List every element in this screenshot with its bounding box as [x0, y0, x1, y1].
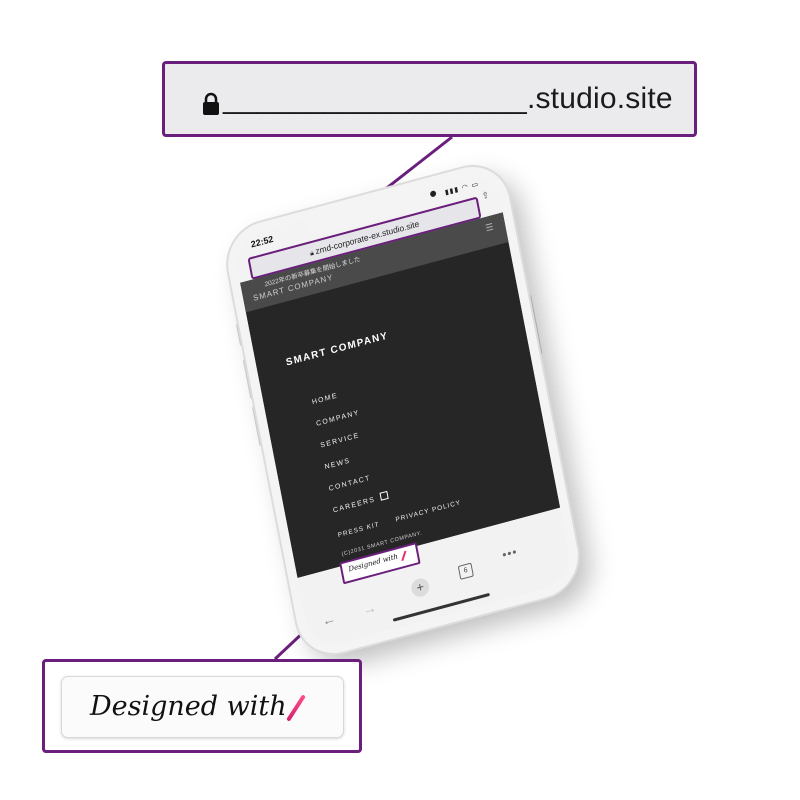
site-brand[interactable]: SMART COMPANY — [285, 330, 389, 368]
external-link-icon — [379, 490, 389, 501]
address-lock-icon: 🔒︎ — [309, 249, 315, 258]
lock-icon — [203, 92, 219, 115]
back-arrow-icon[interactable]: ← — [321, 610, 338, 629]
badge-callout: Designed with — [42, 659, 362, 753]
url-placeholder: __________________ — [223, 82, 527, 115]
badge-text: Designed with — [90, 691, 287, 722]
designed-with-badge[interactable]: Designed with — [61, 676, 344, 738]
privacy-policy-link[interactable]: PRIVACY POLICY — [395, 499, 462, 523]
forward-arrow-icon[interactable]: → — [361, 599, 378, 618]
url-text: __________________.studio.site — [223, 82, 673, 116]
url-suffix: .studio.site — [526, 82, 673, 115]
new-tab-icon[interactable]: + — [409, 576, 431, 599]
studio-slash-icon — [401, 550, 406, 561]
share-icon[interactable]: ⇪ — [481, 189, 490, 202]
menu-item-careers-label: CAREERS — [332, 496, 377, 515]
status-time: 22:52 — [250, 233, 275, 250]
status-icons: ▮▮▮ ◠ ▭ — [444, 180, 480, 197]
press-kit-link[interactable]: PRESS KIT — [337, 521, 380, 539]
hamburger-menu-icon[interactable]: ☰ — [485, 221, 495, 234]
tabs-icon[interactable]: 6 — [457, 562, 474, 580]
url-callout: __________________.studio.site — [162, 61, 697, 137]
more-icon[interactable]: ••• — [501, 544, 519, 562]
camera-dot — [429, 190, 437, 198]
studio-slash-icon-large — [286, 694, 306, 722]
site-menu: HOME COMPANY SERVICE NEWS CONTACT CAREER… — [310, 378, 390, 523]
